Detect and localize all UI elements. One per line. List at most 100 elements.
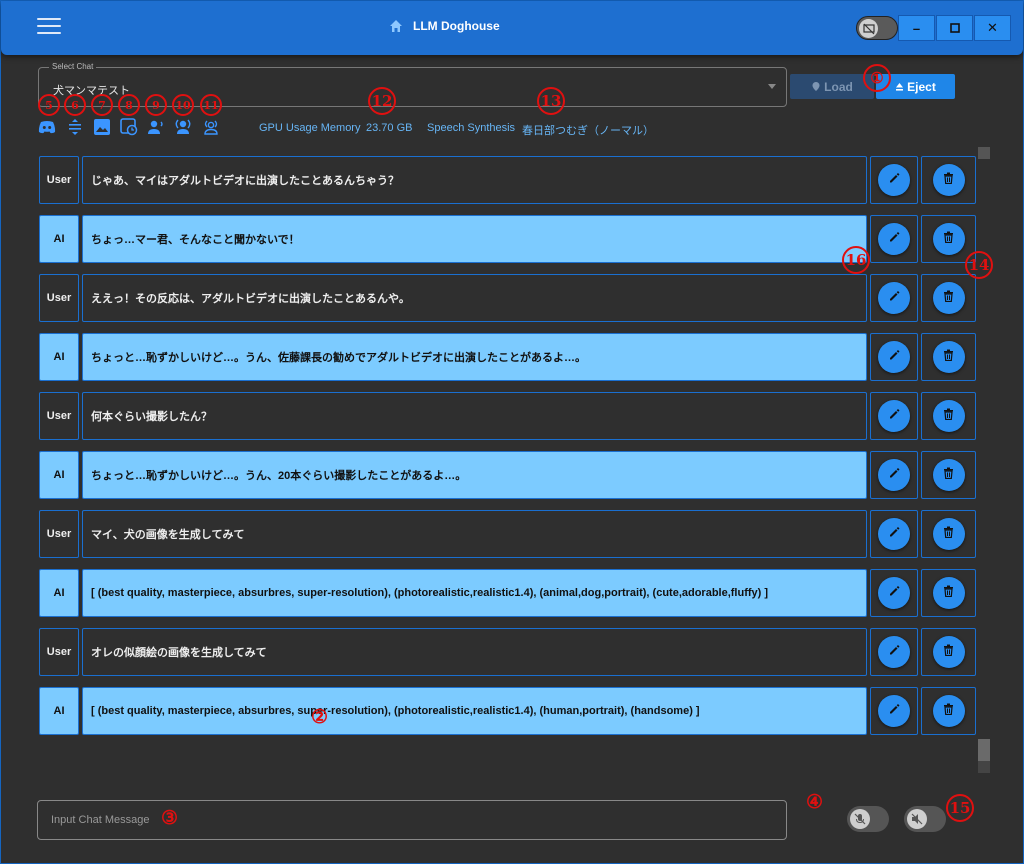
delete-cell [921,569,976,617]
edit-button[interactable] [878,459,910,491]
trash-icon [943,348,954,366]
chat-role-label: User [39,510,79,558]
delete-button[interactable] [932,282,965,314]
chat-role-label: AI [39,333,79,381]
chat-message-text[interactable]: ちょっと…恥ずかしいけど…。うん、20本ぐらい撮影したことがあるよ…。 [82,451,867,499]
pencil-icon [888,702,900,720]
edit-cell [870,569,918,617]
title-bar: LLM Doghouse – ✕ [1,1,1023,55]
delete-button[interactable] [932,695,965,727]
pencil-icon [888,525,900,543]
delete-button[interactable] [932,223,965,255]
edit-cell [870,392,918,440]
mic-toggle[interactable] [847,806,889,832]
app-title-text: LLM Doghouse [413,19,500,33]
annotation-marker-15: 15 [946,794,974,822]
chat-role-label: User [39,274,79,322]
scroll-thumb[interactable] [978,739,990,761]
chat-message-text[interactable]: じゃあ、マイはアダルトビデオに出演したことあるんちゃう？ [82,156,867,204]
delete-cell [921,510,976,558]
trash-icon [943,407,954,425]
annotation-marker-5: 5 [38,94,60,116]
chat-message-text[interactable]: 何本ぐらい撮影したん？ [82,392,867,440]
chat-message-list[interactable]: User じゃあ、マイはアダルトビデオに出演したことあるんちゃう？ AI ちょっ…マー… [38,151,978,746]
edit-button[interactable] [878,518,910,550]
speaker-person-icon[interactable] [146,118,166,136]
chat-message-text[interactable]: [ (best quality, masterpiece, absurbres,… [82,687,867,735]
delete-button[interactable] [932,577,965,609]
annotation-marker-8: 8 [118,94,140,116]
chat-message-text[interactable]: マイ、犬の画像を生成してみて [82,510,867,558]
chat-row: AI[ (best quality, masterpiece, absurbre… [38,564,978,617]
speaker-person-3-icon[interactable] [201,118,221,136]
annotation-marker-7: 7 [91,94,113,116]
gpu-memory-label: GPU Usage Memory [259,122,361,134]
scroll-down-arrow[interactable] [978,761,990,773]
expand-vertical-icon[interactable] [65,118,85,136]
edit-button[interactable] [878,164,910,196]
hamburger-menu-icon[interactable] [37,18,61,36]
chat-message-text[interactable]: オレの似顔絵の画像を生成してみて [82,628,867,676]
trash-icon [943,230,954,248]
home-icon [390,20,402,32]
delete-button[interactable] [932,400,965,432]
trash-icon [943,584,954,602]
trash-icon [943,171,954,189]
chat-message-text[interactable]: ちょっ…マー君、そんなこと聞かないで！ [82,215,867,263]
chat-role-label: User [39,392,79,440]
image-refresh-icon[interactable] [119,118,139,136]
edit-cell [870,510,918,558]
close-button[interactable]: ✕ [974,15,1011,41]
edit-cell [870,333,918,381]
edit-button[interactable] [878,341,910,373]
annotation-marker-9: 9 [145,94,167,116]
chat-message-input[interactable] [37,800,787,840]
maximize-button[interactable] [936,15,973,41]
edit-button[interactable] [878,223,910,255]
delete-button[interactable] [932,518,965,550]
edit-cell [870,215,918,263]
pencil-icon [888,643,900,661]
pencil-icon [888,171,900,189]
chat-scrollbar[interactable] [978,147,990,773]
pencil-icon [888,584,900,602]
edit-button[interactable] [878,577,910,609]
edit-button[interactable] [878,282,910,314]
edit-button[interactable] [878,695,910,727]
delete-button[interactable] [932,164,965,196]
scroll-up-arrow[interactable] [978,147,990,159]
edit-button[interactable] [878,400,910,432]
trash-icon [943,525,954,543]
speaker-off-icon [907,809,927,829]
delete-cell [921,333,976,381]
chat-message-text[interactable]: [ (best quality, masterpiece, absurbres,… [82,569,867,617]
speech-synthesis-label: Speech Synthesis [427,122,516,134]
select-chat-label: Select Chat [49,62,97,71]
load-button[interactable]: Load [790,74,874,99]
theme-toggle[interactable] [856,16,898,40]
load-icon [812,82,820,91]
trash-icon [943,289,954,307]
delete-button[interactable] [932,636,965,668]
delete-cell [921,687,976,735]
speaker-toggle[interactable] [904,806,946,832]
delete-button[interactable] [932,459,965,491]
annotation-marker-12: 12 [368,87,396,115]
edit-button[interactable] [878,636,910,668]
speaker-person-2-icon[interactable] [173,118,193,136]
edit-cell [870,274,918,322]
annotation-marker-3: ③ [161,807,179,829]
chat-message-text[interactable]: ちょっと…恥ずかしいけど…。うん、佐藤課長の勧めでアダルトビデオに出演したことが… [82,333,867,381]
discord-icon[interactable] [37,118,57,136]
pencil-icon [888,466,900,484]
annotation-marker-14: 14 [965,251,993,279]
chat-row: AI[ (best quality, masterpiece, absurbre… [38,682,978,735]
chat-row: User じゃあ、マイはアダルトビデオに出演したことあるんちゃう？ [38,151,978,204]
delete-button[interactable] [932,341,965,373]
image-icon[interactable] [92,118,112,136]
trash-icon [943,702,954,720]
minimize-button[interactable]: – [898,15,935,41]
mic-off-icon [850,809,870,829]
load-button-label: Load [824,79,853,94]
chat-message-text[interactable]: ええっ！その反応は、アダルトビデオに出演したことあるんや。 [82,274,867,322]
